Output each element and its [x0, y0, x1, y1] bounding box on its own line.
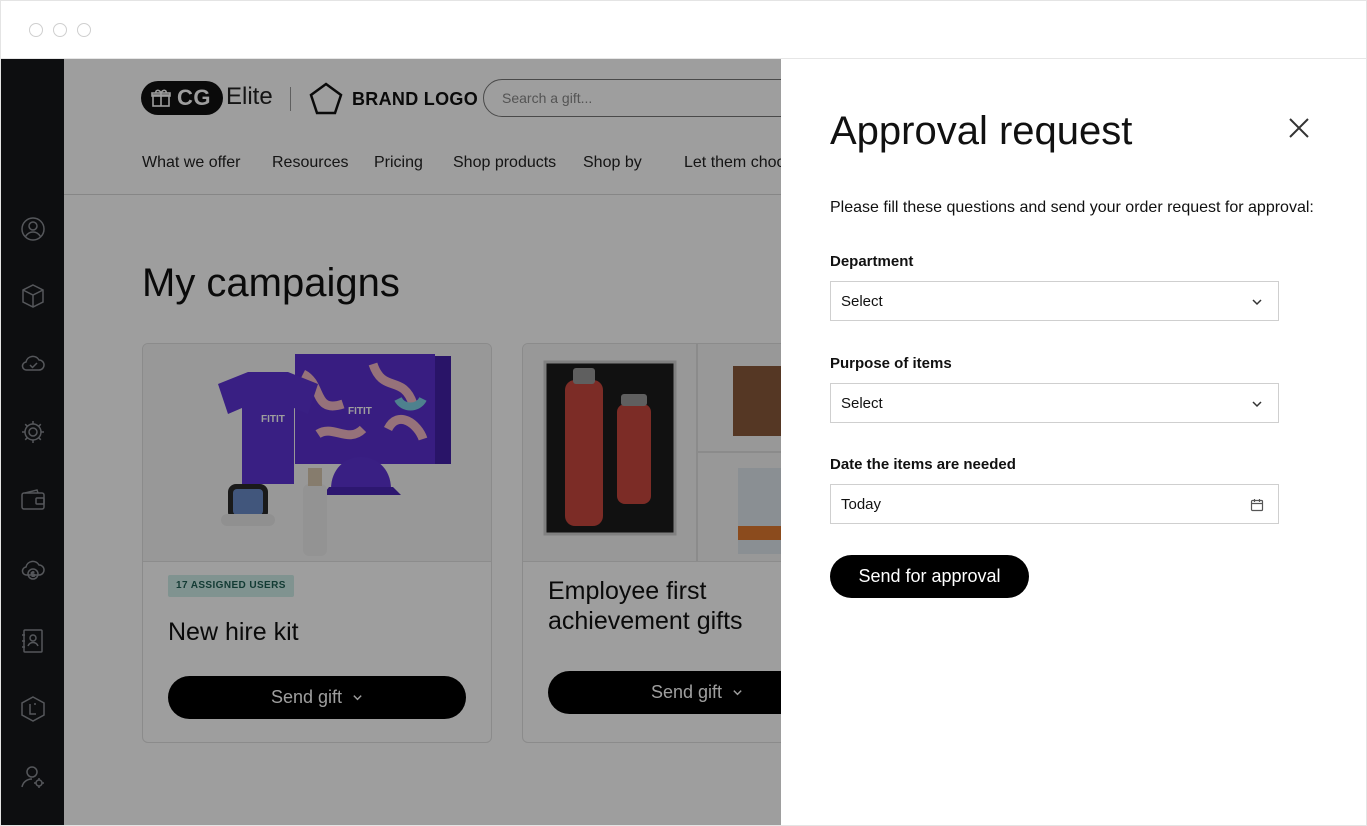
close-icon	[1289, 118, 1309, 138]
page-title: My campaigns	[142, 261, 400, 305]
send-for-approval-button[interactable]: Send for approval	[830, 555, 1029, 598]
card-title: New hire kit	[168, 618, 299, 646]
logo-divider	[290, 87, 291, 111]
gear-icon[interactable]	[19, 418, 47, 446]
window-titlebar	[1, 1, 1366, 59]
date-needed-value: Today	[841, 495, 882, 513]
purpose-select[interactable]: Select	[830, 383, 1279, 423]
card-title-line-2: achievement gifts	[548, 607, 743, 635]
send-gift-button[interactable]: Send gift	[168, 676, 466, 719]
box-brand-text: FITIT	[348, 406, 372, 417]
card-image-fitit-kit: FITIT FITIT	[143, 344, 491, 562]
logo-cg-text: CG	[177, 85, 211, 110]
purpose-label: Purpose of items	[830, 355, 952, 372]
chevron-down-icon	[733, 690, 742, 696]
date-needed-field[interactable]: Today	[830, 484, 1279, 524]
logo-elite-text: Elite	[226, 83, 273, 110]
close-panel-button[interactable]	[1286, 115, 1312, 141]
chevron-down-icon	[353, 695, 362, 701]
panel-title: Approval request	[830, 109, 1133, 153]
hexagon-logo-icon[interactable]	[19, 695, 47, 723]
gift-icon	[151, 89, 171, 107]
window-close-dot[interactable]	[29, 23, 43, 37]
department-select[interactable]: Select	[830, 281, 1279, 321]
department-select-value: Select	[841, 292, 883, 310]
cloud-check-icon[interactable]	[19, 349, 47, 377]
nav-item-shop-by[interactable]: Shop by	[583, 154, 642, 172]
person-settings-icon[interactable]	[19, 763, 47, 791]
nav-item-resources[interactable]: Resources	[272, 154, 348, 172]
brand-logo-text: BRAND LOGO	[352, 88, 478, 109]
nav-item-let-them-choose[interactable]: Let them choo	[684, 154, 785, 172]
window-maximize-dot[interactable]	[77, 23, 91, 37]
panel-intro-text: Please fill these questions and send you…	[830, 199, 1314, 216]
window-minimize-dot[interactable]	[53, 23, 67, 37]
assigned-users-badge: 17 ASSIGNED USERS	[168, 575, 294, 597]
chevron-down-icon	[1252, 299, 1262, 306]
pentagon-icon	[309, 82, 343, 115]
nav-item-pricing[interactable]: Pricing	[374, 154, 423, 172]
approval-request-panel: Approval request Please fill these quest…	[781, 59, 1366, 825]
sidebar	[1, 59, 64, 825]
wallet-icon[interactable]	[19, 486, 47, 514]
chevron-down-icon	[1252, 401, 1262, 408]
send-gift-label: Send gift	[650, 682, 723, 702]
brand-logo[interactable]: BRAND LOGO	[308, 81, 478, 117]
card-title-line-1: Employee first	[548, 577, 707, 605]
app-window: CG Elite BRAND LOGO What we offer Resour…	[0, 0, 1367, 826]
user-circle-icon[interactable]	[19, 215, 47, 243]
contacts-book-icon[interactable]	[19, 627, 47, 655]
send-gift-label: Send gift	[270, 687, 343, 707]
swag-kit-illustration: FITIT FITIT	[218, 354, 451, 556]
nav-item-shop-products[interactable]: Shop products	[453, 154, 556, 172]
cloud-dollar-icon[interactable]	[19, 555, 47, 583]
purpose-select-value: Select	[841, 394, 883, 412]
tshirt-brand-text: FITIT	[261, 414, 285, 425]
date-needed-label: Date the items are needed	[830, 456, 1016, 473]
nav-item-what-we-offer[interactable]: What we offer	[142, 154, 240, 172]
campaign-card-new-hire[interactable]: FITIT FITIT 17 ASSIGNED USERS New hire k…	[142, 343, 492, 743]
department-label: Department	[830, 253, 914, 270]
box-icon[interactable]	[19, 282, 47, 310]
cg-logo[interactable]: CG	[141, 81, 223, 115]
calendar-icon[interactable]	[1250, 498, 1264, 512]
